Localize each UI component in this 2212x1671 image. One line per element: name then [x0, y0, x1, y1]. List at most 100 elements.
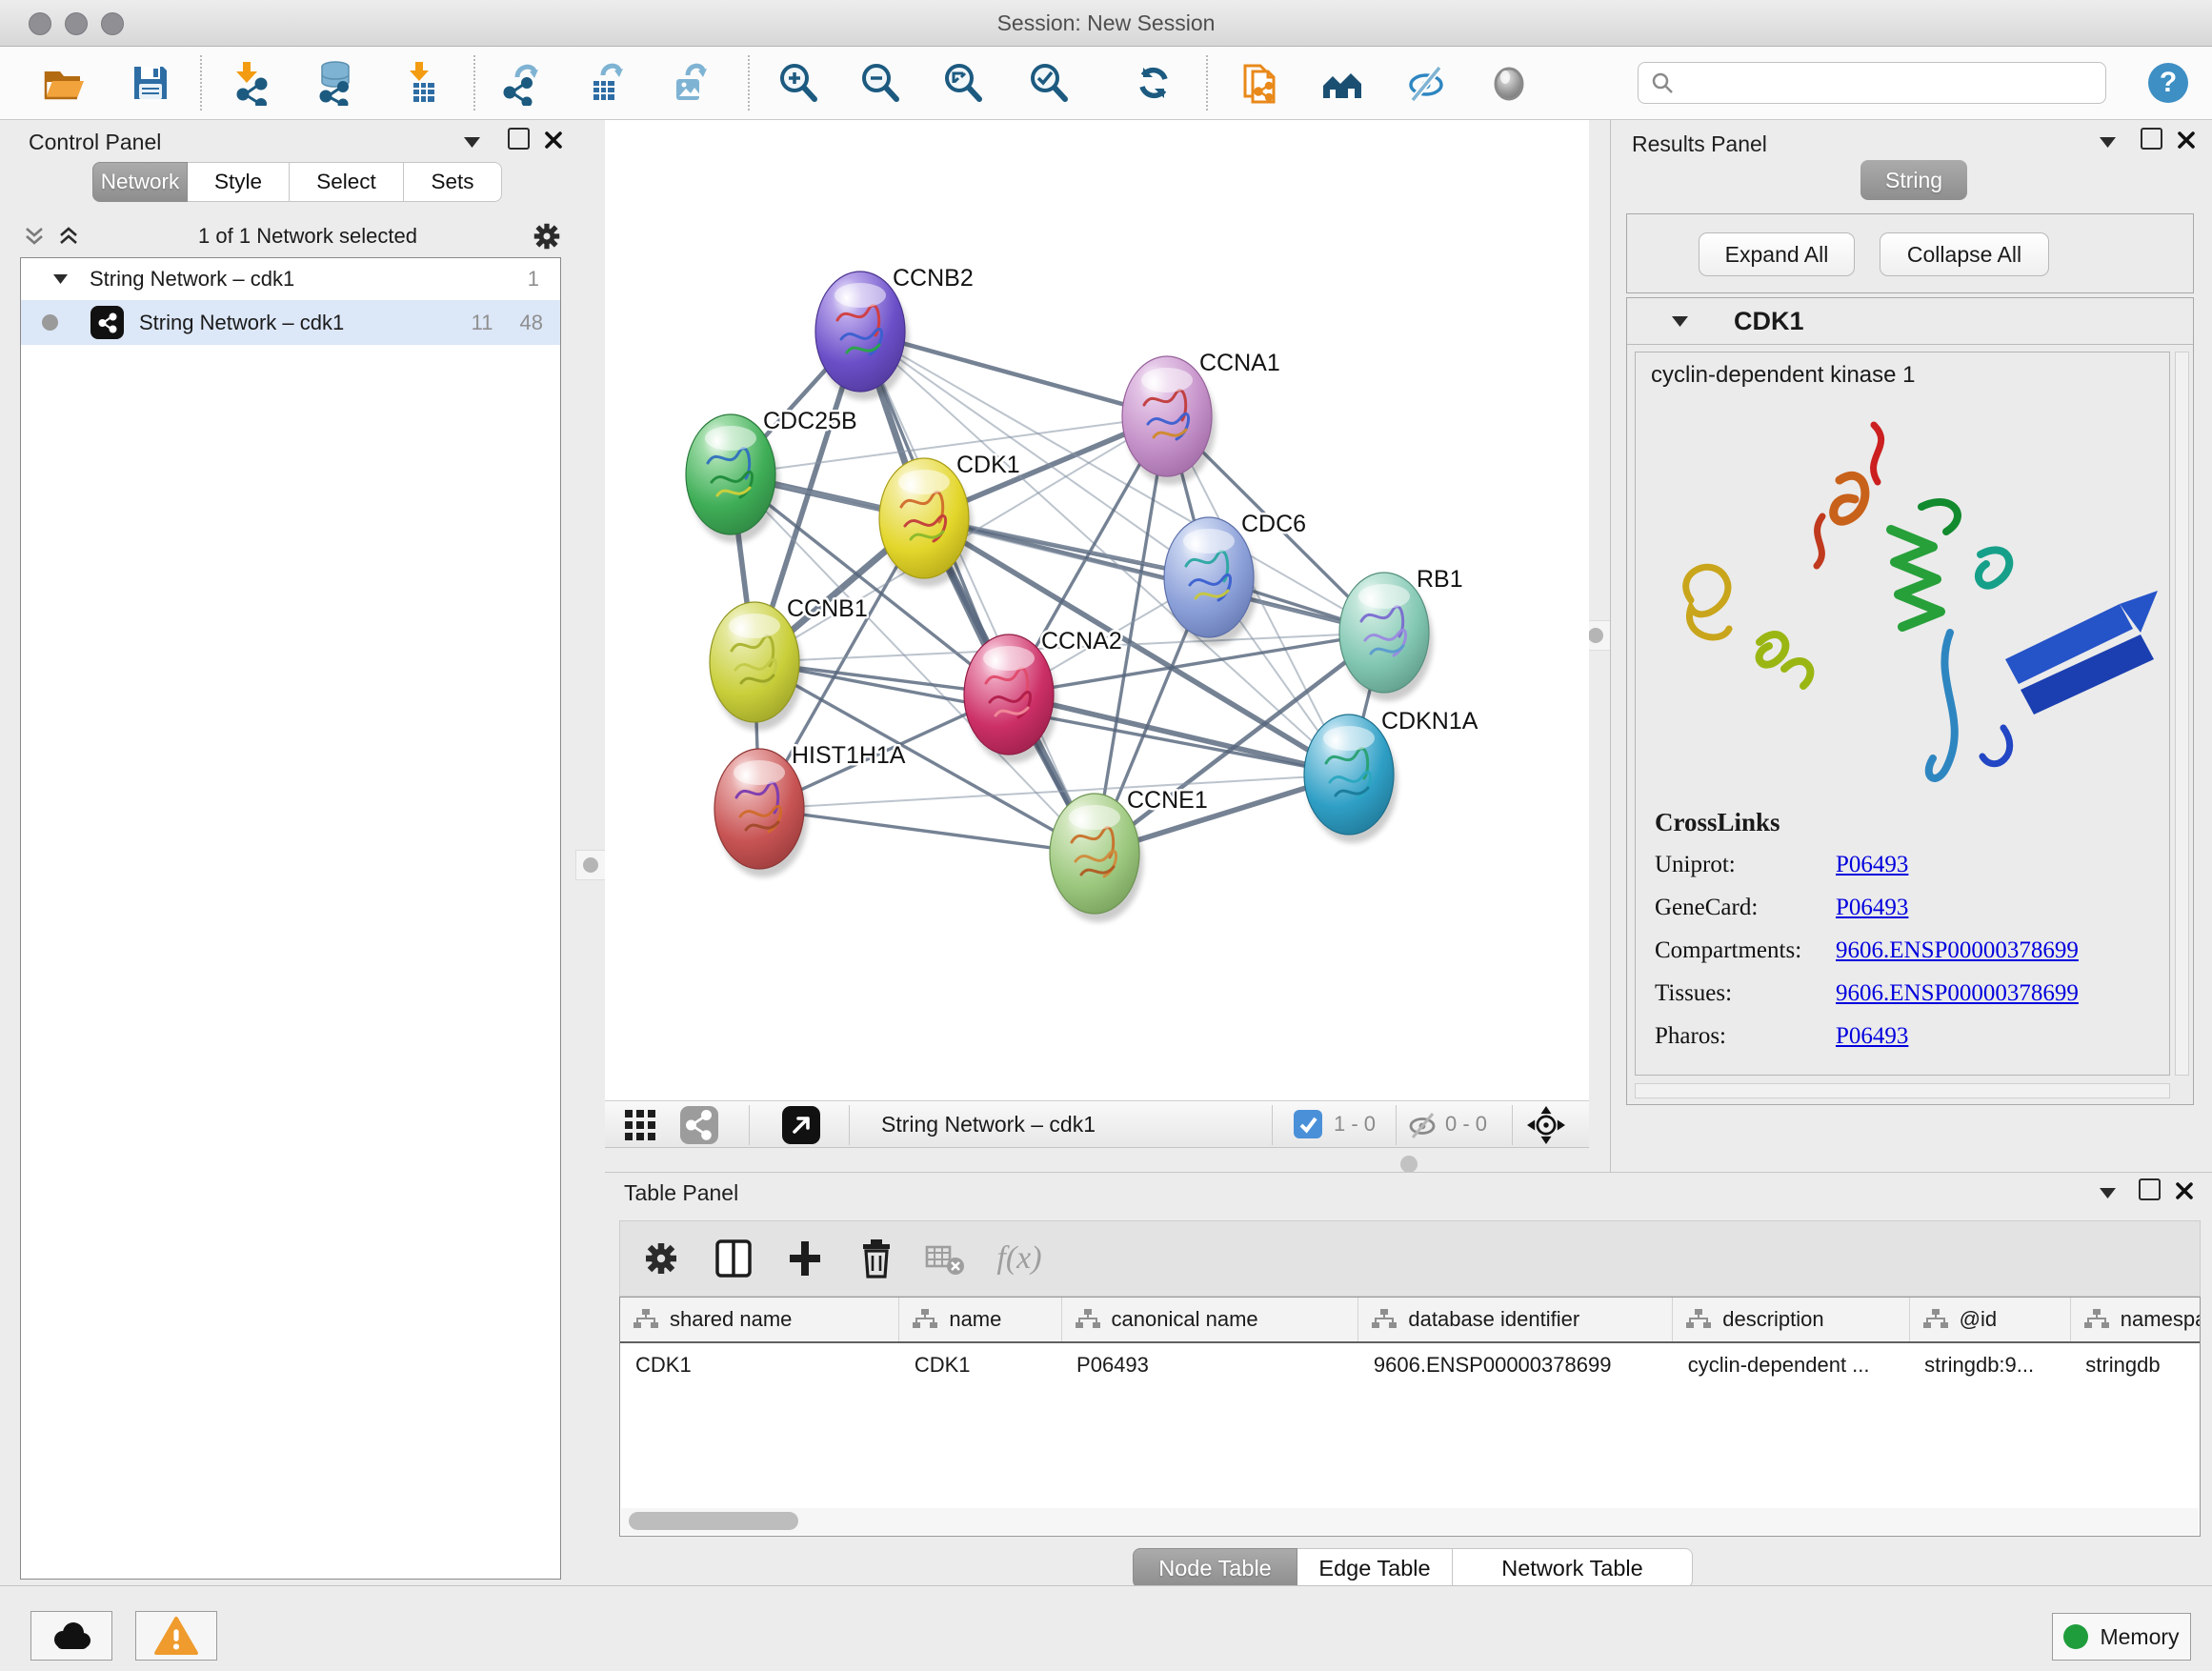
tab-select[interactable]: Select — [290, 162, 404, 202]
help-icon[interactable]: ? — [2144, 59, 2192, 107]
zoom-in-icon[interactable] — [774, 59, 822, 107]
memory-button[interactable]: Memory — [2052, 1613, 2191, 1661]
gene-collapse-icon[interactable] — [1665, 307, 1694, 335]
results-vertical-scrollbar[interactable] — [2175, 352, 2189, 1076]
results-horizontal-scrollbar[interactable] — [1635, 1083, 2170, 1098]
tab-style[interactable]: Style — [188, 162, 290, 202]
panel-float-icon[interactable] — [508, 128, 530, 150]
zoom-selected-icon[interactable] — [1025, 59, 1073, 107]
bottom-splitter-handle[interactable] — [1400, 1156, 1418, 1173]
warning-button[interactable] — [135, 1611, 217, 1661]
sphere-icon[interactable] — [1485, 59, 1533, 107]
table-horizontal-scrollbar[interactable] — [621, 1508, 2199, 1535]
refresh-icon[interactable] — [1130, 59, 1177, 107]
function-builder-icon[interactable]: f(x) — [997, 1237, 1041, 1280]
node-CCNB2[interactable]: CCNB2 — [815, 265, 974, 400]
column-header-name[interactable]: name — [899, 1298, 1061, 1342]
node-RB1[interactable]: RB1 — [1339, 566, 1463, 701]
houses-icon[interactable] — [1318, 59, 1366, 107]
create-column-plus-icon[interactable] — [783, 1237, 827, 1280]
column-header-namespace[interactable]: namespace — [2070, 1298, 2201, 1342]
node-CDK1[interactable]: CDK1 — [879, 452, 1020, 587]
expand-all-networks-icon[interactable] — [20, 222, 49, 251]
column-header-description[interactable]: description — [1673, 1298, 1909, 1342]
collapse-all-networks-icon[interactable] — [54, 222, 83, 251]
column-header-canonical-name[interactable]: canonical name — [1061, 1298, 1358, 1342]
crosslink-link[interactable]: P06493 — [1836, 1023, 1908, 1050]
crosslinks-heading: CrossLinks — [1655, 808, 1780, 837]
node-CDC25B[interactable]: CDC25B — [686, 408, 857, 543]
panel-close-icon[interactable] — [2170, 1177, 2199, 1205]
zoom-out-icon[interactable] — [856, 59, 904, 107]
table-scrollbar-thumb[interactable] — [629, 1512, 798, 1530]
crosslink-link[interactable]: P06493 — [1836, 895, 1908, 921]
panel-float-icon[interactable] — [2141, 128, 2162, 150]
table-row[interactable]: CDK1CDK1P064939606.ENSP00000378699cyclin… — [620, 1342, 2201, 1387]
hide-graphics-eye-icon[interactable] — [1402, 59, 1450, 107]
network-canvas[interactable]: CCNB2 CCNA1 CDC25BCDK1 CDC6 RB1 CCNB1 CCNA2 CDK… — [605, 120, 1589, 1100]
delete-column-trash-icon[interactable] — [855, 1237, 898, 1280]
node-CDKN1A[interactable]: CDKN1A — [1304, 708, 1478, 843]
import-table-file-icon[interactable] — [399, 59, 447, 107]
export-network-icon[interactable] — [497, 59, 545, 107]
tab-network[interactable]: Network — [92, 162, 188, 202]
tab-edge-table[interactable]: Edge Table — [1297, 1548, 1453, 1588]
panel-menu-icon[interactable] — [2093, 128, 2122, 156]
zoom-fit-icon[interactable] — [939, 59, 987, 107]
node-HIST1H1A[interactable]: HIST1H1A — [714, 742, 906, 877]
crosslink-link[interactable]: 9606.ENSP00000378699 — [1836, 937, 2079, 964]
cloud-button[interactable] — [30, 1611, 112, 1661]
network-options-gear-icon[interactable] — [533, 222, 561, 251]
save-session-icon[interactable] — [127, 59, 174, 107]
tab-node-table[interactable]: Node Table — [1133, 1548, 1297, 1588]
gene-header-row[interactable]: CDK1 — [1627, 298, 2193, 345]
node-CCNB1[interactable]: CCNB1 — [710, 595, 868, 731]
crosslink-link[interactable]: P06493 — [1836, 852, 1908, 878]
column-header-shared-name[interactable]: shared name — [620, 1298, 899, 1342]
selected-checkbox-icon[interactable] — [1293, 1109, 1323, 1139]
export-image-icon[interactable] — [664, 59, 712, 107]
network-row-selected[interactable]: String Network – cdk1 11 48 — [21, 300, 560, 345]
grid-view-icon[interactable] — [621, 1106, 659, 1144]
network-share-badge-icon[interactable] — [680, 1106, 718, 1144]
panel-menu-icon[interactable] — [2093, 1178, 2122, 1207]
panel-float-icon[interactable] — [2139, 1178, 2161, 1200]
edge-CCNA2-CDKN1A[interactable] — [1009, 695, 1349, 775]
import-network-database-icon[interactable] — [312, 59, 359, 107]
edge-HIST1H1A-CCNE1[interactable] — [759, 809, 1095, 854]
left-splitter-handle[interactable] — [575, 850, 606, 880]
node-CCNA1[interactable]: CCNA1 — [1122, 350, 1280, 485]
column-header--id[interactable]: @id — [1909, 1298, 2070, 1342]
delete-table-icon[interactable] — [923, 1237, 967, 1280]
table-settings-gear-icon[interactable] — [639, 1237, 683, 1280]
edge-CCNB2-CCNE1[interactable] — [860, 332, 1095, 854]
collection-collapse-icon[interactable] — [46, 265, 74, 293]
expand-all-button[interactable]: Expand All — [1699, 232, 1855, 276]
node-CCNE1[interactable]: CCNE1 — [1050, 787, 1208, 922]
tab-string[interactable]: String — [1860, 160, 1967, 200]
fit-crosshair-icon[interactable] — [1527, 1106, 1565, 1144]
crosslink-link[interactable]: 9606.ENSP00000378699 — [1836, 980, 2079, 1007]
node-CCNA2[interactable]: CCNA2 — [964, 628, 1122, 763]
tab-sets[interactable]: Sets — [404, 162, 502, 202]
collapse-all-button[interactable]: Collapse All — [1880, 232, 2049, 276]
tab-network-table[interactable]: Network Table — [1453, 1548, 1693, 1588]
clone-network-icon[interactable] — [1237, 59, 1284, 107]
panel-close-icon[interactable] — [539, 126, 568, 154]
network-collection-row[interactable]: String Network – cdk1 1 — [21, 258, 560, 300]
crosslink-label: Tissues: — [1655, 980, 1836, 1007]
column-label: shared name — [670, 1307, 792, 1332]
crosslink-row: GeneCard:P06493 — [1655, 895, 1908, 921]
export-table-icon[interactable] — [581, 59, 629, 107]
search-input[interactable] — [1682, 70, 2105, 96]
hidden-eye-icon[interactable] — [1403, 1106, 1441, 1144]
panel-menu-icon[interactable] — [457, 128, 486, 156]
node-CDC6[interactable]: CDC6 — [1164, 511, 1306, 646]
open-session-icon[interactable] — [40, 59, 88, 107]
import-network-file-icon[interactable] — [229, 59, 276, 107]
show-columns-icon[interactable] — [712, 1237, 755, 1280]
collection-count: 1 — [528, 267, 539, 292]
column-header-database-identifier[interactable]: database identifier — [1358, 1298, 1673, 1342]
birdseye-view-icon[interactable] — [782, 1106, 820, 1144]
panel-close-icon[interactable] — [2172, 126, 2201, 154]
